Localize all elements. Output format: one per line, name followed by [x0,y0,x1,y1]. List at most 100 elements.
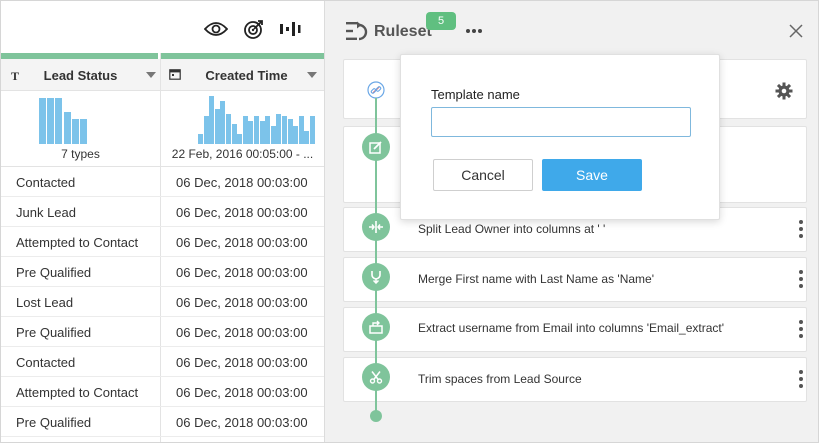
histogram-bar[interactable] [220,101,226,144]
histogram-bar[interactable] [265,116,271,144]
profile-caption: 22 Feb, 2016 00:05:00 - ... [171,147,314,161]
save-button[interactable]: Save [542,159,642,191]
kebab-menu-icon[interactable] [796,220,806,240]
cell-lead-status[interactable]: Pre Qualified [16,325,91,340]
histogram-bar[interactable] [231,124,237,144]
cell-created-time[interactable]: 06 Dec, 2018 00:03:00 [176,385,308,400]
gear-icon[interactable] [775,82,793,100]
column-header-label: Created Time [205,68,288,83]
cell-lead-status[interactable]: Pre Qualified [16,265,91,280]
cell-created-time[interactable]: 06 Dec, 2018 00:03:00 [176,325,308,340]
ruleset-title: Ruleset [374,23,432,40]
rule-count-badge: 5 [426,12,456,30]
histogram-bar[interactable] [310,116,315,144]
column-profile-lead-status[interactable]: 7 types [1,91,160,167]
cell-lead-status[interactable]: Contacted [16,175,75,190]
column-stats-icon[interactable] [277,17,303,41]
histogram-bar[interactable] [248,121,254,144]
ruleset-icon [345,19,369,43]
trim-icon [362,363,390,391]
histogram-bar[interactable] [276,114,282,144]
more-options-icon[interactable] [463,21,485,41]
rule-label: Split Lead Owner into columns at ' ' [418,222,606,236]
histogram-bar[interactable] [254,116,259,144]
histogram-bar[interactable] [226,114,231,144]
grid-toolbar [1,1,324,53]
template-name-label: Template name [431,87,520,102]
histogram-bar[interactable] [282,116,287,144]
table-row[interactable]: Contacted 06 Dec, 2018 00:03:00 [1,347,324,377]
target-icon[interactable] [241,17,267,41]
cell-lead-status[interactable]: Lost Lead [16,295,73,310]
cell-lead-status[interactable]: Attempted to Contact [16,385,138,400]
split-icon [362,213,390,241]
histogram-bar[interactable] [55,98,63,144]
table-row[interactable]: Attempted to Contact 06 Dec, 2018 00:03:0… [1,377,324,407]
cell-created-time[interactable]: 06 Dec, 2018 00:03:00 [176,265,308,280]
close-icon[interactable] [788,23,804,39]
cell-lead-status[interactable]: Pre Qualified [16,415,91,430]
table-row[interactable]: Lost Lead 06 Dec, 2018 00:03:00 [1,287,324,317]
timeline-end-dot [370,410,382,422]
cell-created-time[interactable]: 06 Dec, 2018 00:03:00 [176,295,308,310]
cell-created-time[interactable]: 06 Dec, 2018 00:03:00 [176,205,308,220]
merge-icon [362,263,390,291]
histogram-bar[interactable] [203,116,209,144]
cell-created-time[interactable]: 06 Dec, 2018 00:03:00 [176,355,308,370]
kebab-menu-icon[interactable] [796,270,806,290]
histogram-bar[interactable] [293,126,299,144]
table-row[interactable]: Junk Lead 06 Dec, 2018 00:03:00 [1,197,324,227]
template-name-input[interactable] [431,107,691,137]
histogram-bar[interactable] [259,121,265,144]
data-rows: Contacted 06 Dec, 2018 00:03:00 Junk Lead 0… [1,167,324,437]
cell-lead-status[interactable]: Contacted [16,355,75,370]
histogram-bar[interactable] [39,98,46,144]
cell-lead-status[interactable]: Attempted to Contact [16,235,138,250]
histogram-bar[interactable] [270,126,276,144]
histogram-bar[interactable] [298,116,304,144]
histogram-bar[interactable] [237,134,243,144]
column-header-label: Lead Status [43,68,118,83]
cell-created-time[interactable]: 06 Dec, 2018 00:03:00 [176,235,308,250]
rule-card[interactable]: Merge First name with Last Name as 'Name… [343,257,807,302]
histogram-bar[interactable] [209,96,215,144]
eye-icon[interactable] [203,17,229,41]
app-frame: T Lead Status Created Time 7 types 22 Fe… [0,0,819,443]
cell-lead-status[interactable]: Junk Lead [16,205,76,220]
table-row[interactable]: Pre Qualified 06 Dec, 2018 00:03:00 [1,317,324,347]
rule-card[interactable]: Trim spaces from Lead Source [343,357,807,402]
histogram-bar[interactable] [47,98,55,144]
chevron-down-icon[interactable] [146,72,156,78]
kebab-menu-icon[interactable] [796,320,806,340]
cancel-button[interactable]: Cancel [433,159,533,191]
histogram-bar[interactable] [71,119,79,144]
column-header-created-time[interactable]: Created Time [161,59,324,91]
data-grid-panel: T Lead Status Created Time 7 types 22 Fe… [1,1,325,442]
rule-card[interactable]: Extract username from Email into columns… [343,307,807,352]
save-template-popover: Template name Cancel Save [400,54,720,220]
cell-created-time[interactable]: 06 Dec, 2018 00:03:00 [176,415,308,430]
value-histogram [161,94,324,144]
histogram-bar[interactable] [214,109,220,144]
table-row[interactable]: Attempted to Contact 06 Dec, 2018 00:03:0… [1,227,324,257]
rule-label: Trim spaces from Lead Source [418,372,582,386]
link-icon [367,81,385,99]
histogram-bar[interactable] [63,112,71,144]
table-row[interactable]: Contacted 06 Dec, 2018 00:03:00 [1,167,324,197]
value-histogram [1,94,160,144]
column-header-lead-status[interactable]: T Lead Status [1,59,160,91]
histogram-bar[interactable] [198,134,203,144]
histogram-bar[interactable] [304,131,310,144]
profile-caption: 7 types [61,147,100,161]
histogram-bar[interactable] [287,119,293,144]
kebab-menu-icon[interactable] [796,370,806,390]
cell-created-time[interactable]: 06 Dec, 2018 00:03:00 [176,175,308,190]
edit-icon [362,133,390,161]
chevron-down-icon[interactable] [307,72,317,78]
table-row[interactable]: Pre Qualified 06 Dec, 2018 00:03:00 [1,257,324,287]
histogram-bar[interactable] [80,119,87,144]
table-row[interactable]: Pre Qualified 06 Dec, 2018 00:03:00 [1,407,324,437]
column-profile-created-time[interactable]: 22 Feb, 2016 00:05:00 - ... [161,91,324,167]
rule-label: Extract username from Email into columns… [418,321,725,335]
histogram-bar[interactable] [242,116,248,144]
